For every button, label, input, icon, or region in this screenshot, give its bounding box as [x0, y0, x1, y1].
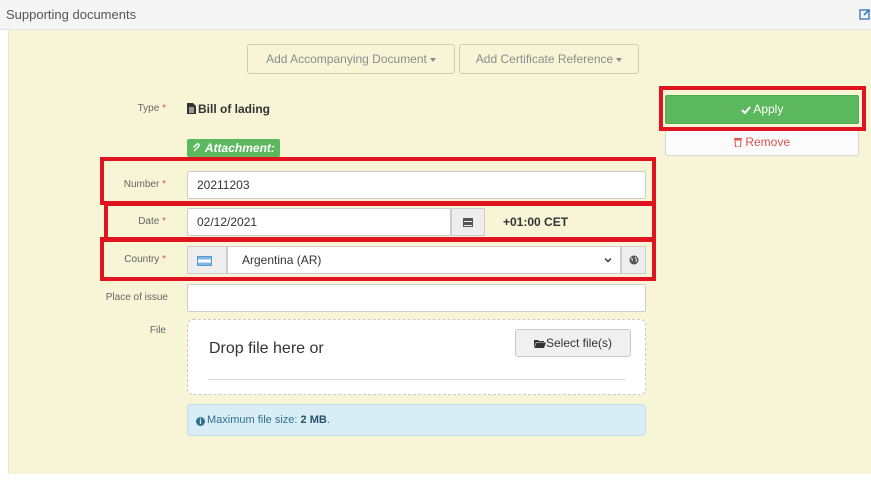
dropzone-divider [208, 379, 626, 380]
file-label: File [80, 325, 166, 336]
info-prefix: Maximum file size: [207, 414, 298, 426]
place-of-issue-label-text: Place of issue [105, 292, 168, 303]
type-label-text: Type [137, 103, 160, 114]
add-certificate-label: Add Certificate Reference [475, 52, 614, 66]
add-accompanying-label: Add Accompanying Document [266, 52, 427, 66]
highlight-number [100, 157, 656, 205]
caret-down-icon [429, 57, 436, 62]
document-type-value: Bill of lading [187, 102, 270, 116]
edit-icon[interactable] [859, 8, 871, 20]
folder-open-icon [533, 340, 546, 348]
remove-label: Remove [745, 135, 791, 149]
highlight-apply [659, 86, 866, 131]
place-of-issue-input[interactable] [187, 284, 646, 312]
select-files-button[interactable]: Select file(s) [515, 329, 631, 357]
add-accompanying-document-button[interactable]: Add Accompanying Document [247, 44, 455, 74]
select-files-label: Select file(s) [545, 336, 613, 350]
remove-button[interactable]: Remove [665, 128, 859, 156]
section-header: Supporting documents [0, 0, 871, 30]
attachment-badge: Attachment: [187, 139, 280, 157]
document-type-text: Bill of lading [198, 102, 270, 116]
drop-text: Drop file here or [209, 340, 324, 357]
add-certificate-reference-button[interactable]: Add Certificate Reference [459, 44, 639, 74]
highlight-country [100, 237, 656, 281]
type-label: Type * [80, 103, 166, 114]
highlight-date [104, 202, 656, 242]
caret-down-icon [616, 57, 623, 62]
max-file-size-info: i Maximum file size: 2 MB. [187, 404, 646, 436]
file-label-text: File [149, 325, 166, 336]
file-dropzone[interactable]: Drop file here or Select file(s) [187, 319, 646, 395]
document-icon [187, 103, 196, 114]
paperclip-icon [193, 143, 200, 152]
info-size: 2 MB [300, 414, 327, 426]
trash-icon [733, 138, 742, 148]
info-icon: i [196, 417, 205, 426]
required-marker: * [162, 103, 166, 114]
attachment-badge-text: Attachment: [204, 141, 275, 155]
section-title: Supporting documents [6, 7, 137, 22]
place-of-issue-label: Place of issue [70, 292, 168, 303]
